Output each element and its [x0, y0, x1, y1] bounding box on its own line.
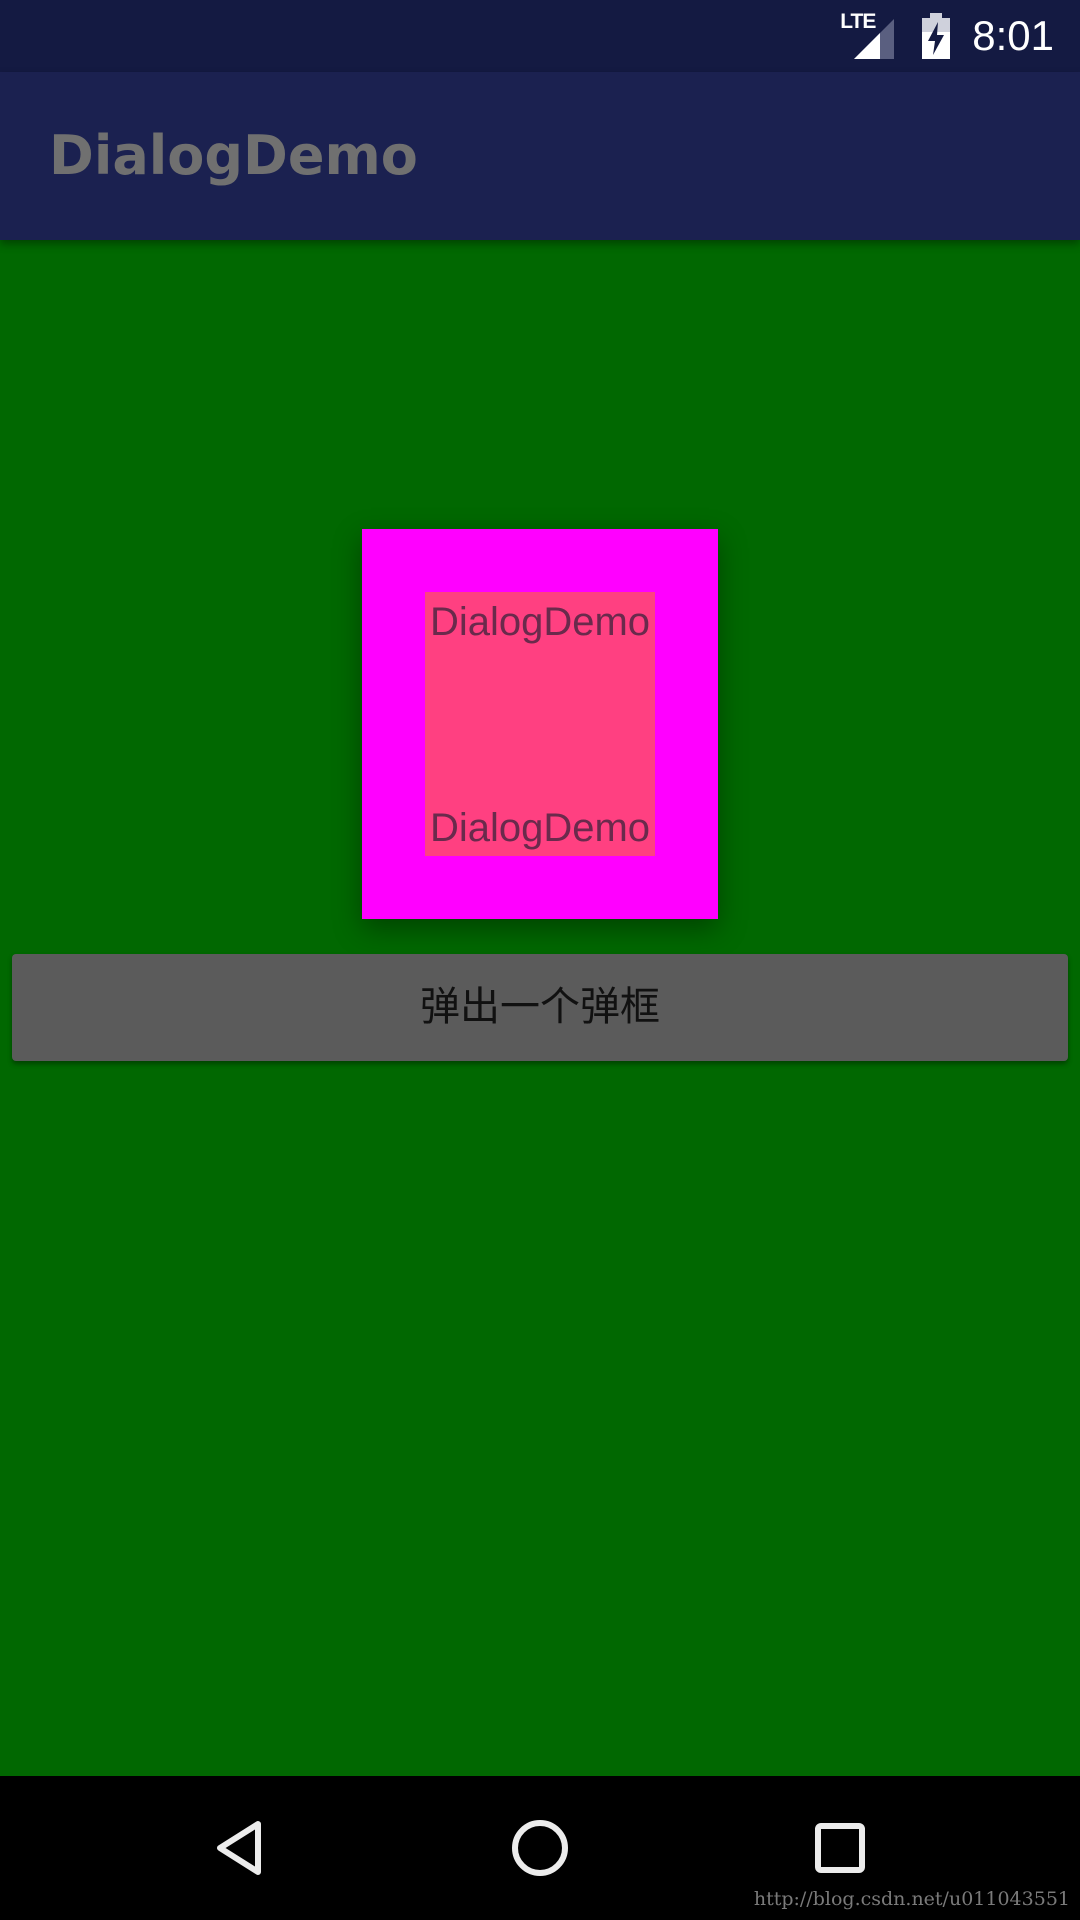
home-button[interactable] [470, 1776, 610, 1920]
dialog: DialogDemo DialogDemo [362, 529, 718, 919]
app-screen: LTE 8:01 DialogDemo DialogDemo DialogDem… [0, 0, 1080, 1920]
dialog-content: DialogDemo DialogDemo [425, 592, 655, 856]
signal-icon: LTE [840, 11, 900, 61]
status-time: 8:01 [972, 12, 1054, 59]
show-dialog-button[interactable]: 弹出一个弹框 [12, 954, 1068, 1061]
dialog-text-bottom: DialogDemo [429, 806, 651, 850]
main-content: DialogDemo DialogDemo 弹出一个弹框 [0, 240, 1080, 1776]
recents-icon [815, 1823, 865, 1873]
app-bar: DialogDemo [0, 72, 1080, 240]
home-icon [512, 1820, 568, 1876]
back-button[interactable] [170, 1776, 310, 1920]
app-title: DialogDemo [49, 124, 418, 187]
status-bar: LTE 8:01 [0, 0, 1080, 72]
status-icons: LTE 8:01 [840, 0, 1054, 72]
back-icon [217, 1821, 261, 1875]
navigation-bar: http://blog.csdn.net/u011043551 [0, 1776, 1080, 1920]
watermark: http://blog.csdn.net/u011043551 [753, 1888, 1070, 1910]
battery-charging-icon [922, 13, 951, 59]
dialog-text-top: DialogDemo [429, 600, 651, 644]
